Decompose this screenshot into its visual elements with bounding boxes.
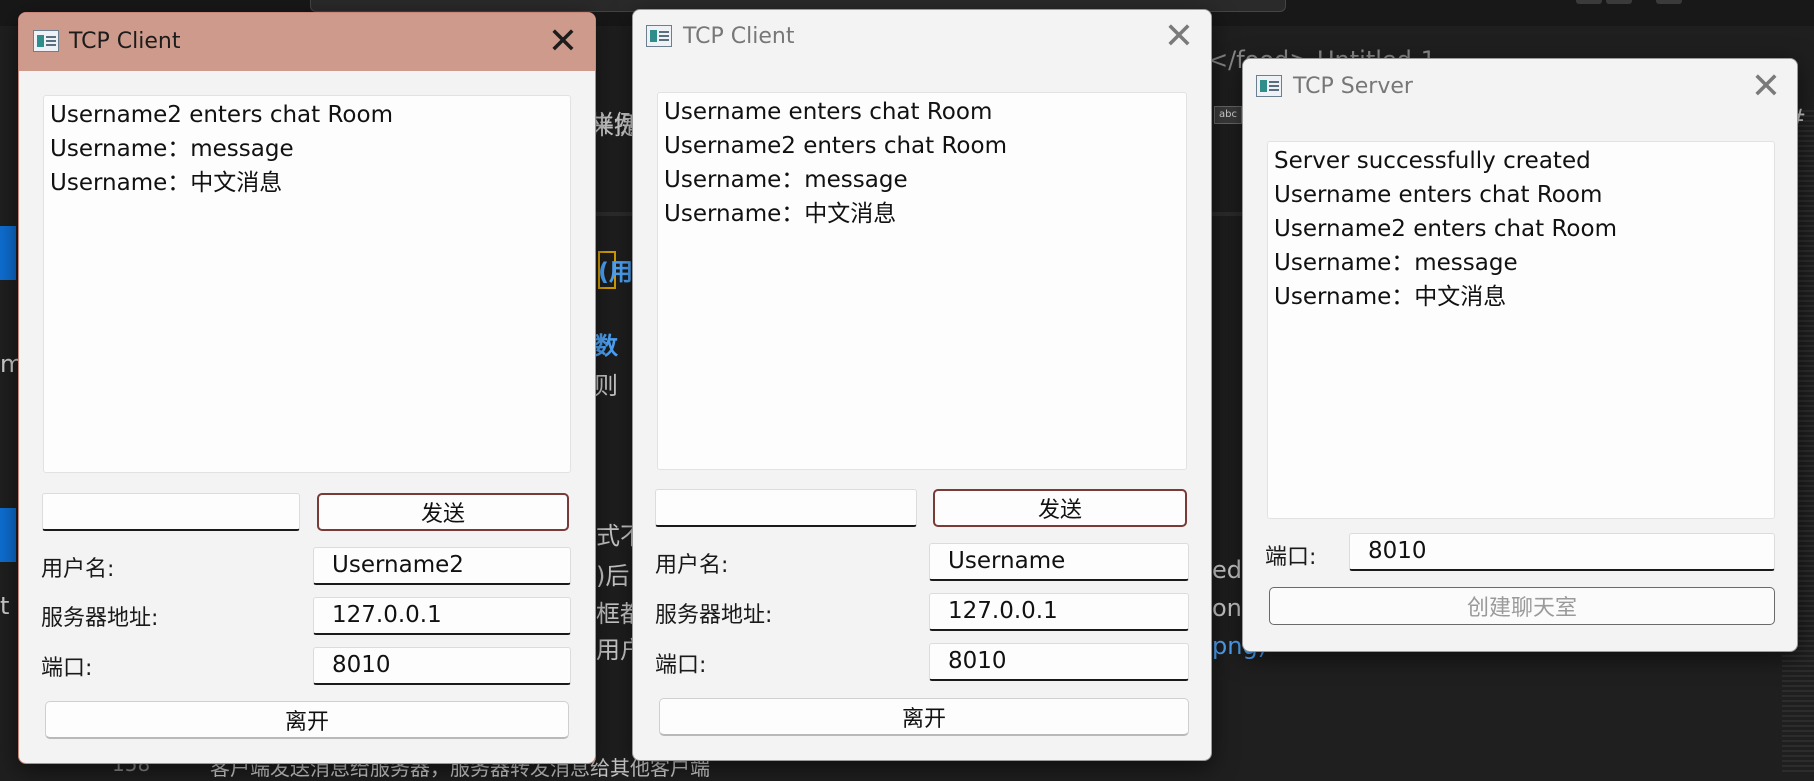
username-field[interactable]: Username <box>929 543 1189 581</box>
app-icon <box>1256 75 1282 97</box>
server-address-label: 服务器地址: <box>655 603 773 628</box>
message-input[interactable] <box>655 489 917 527</box>
chat-message: Username：message <box>664 167 908 193</box>
layout-icon[interactable] <box>1656 0 1682 4</box>
bg-text: (用 <box>598 258 633 286</box>
app-icon <box>646 25 672 47</box>
chat-log[interactable]: Username2 enters chat Room Username：mess… <box>43 95 571 473</box>
chat-message: Username：中文消息 <box>664 201 897 227</box>
close-icon[interactable]: ✕ <box>1159 17 1199 57</box>
username-label: 用户名: <box>41 557 115 582</box>
close-icon[interactable]: ✕ <box>1746 67 1786 107</box>
send-button[interactable]: 发送 <box>317 493 569 531</box>
bg-text: 数 <box>594 332 618 360</box>
chat-message: Username：message <box>50 136 294 162</box>
title-bar[interactable]: TCP Client ✕ <box>19 13 595 71</box>
port-field[interactable]: 8010 <box>929 643 1189 681</box>
username-field[interactable]: Username2 <box>313 547 571 585</box>
activity-bar-highlight <box>0 508 16 562</box>
title-bar[interactable]: TCP Server ✕ <box>1243 59 1797 115</box>
tcp-server-window: TCP Server ✕ Server successfully created… <box>1242 58 1798 652</box>
send-button[interactable]: 发送 <box>933 489 1187 527</box>
chat-message: Username enters chat Room <box>664 99 993 125</box>
username-label: 用户名: <box>655 553 729 578</box>
port-label: 端口: <box>1265 545 1317 570</box>
window-title: TCP Server <box>1293 74 1413 99</box>
port-label: 端口: <box>655 653 707 678</box>
leave-button[interactable]: 离开 <box>659 698 1189 736</box>
server-address-label: 服务器地址: <box>41 606 159 631</box>
layout-icon[interactable] <box>1606 0 1632 4</box>
port-field[interactable]: 8010 <box>1349 533 1775 571</box>
create-chatroom-button[interactable]: 创建聊天室 <box>1269 587 1775 625</box>
close-icon[interactable]: ✕ <box>543 22 583 62</box>
app-icon <box>33 30 59 52</box>
bg-text: )后 <box>596 562 630 590</box>
leave-button[interactable]: 离开 <box>45 701 569 739</box>
window-title: TCP Client <box>69 29 181 54</box>
activity-bar-highlight <box>0 226 16 280</box>
chat-message: Username：中文消息 <box>50 170 283 196</box>
layout-icon[interactable] <box>1576 0 1602 4</box>
server-address-field[interactable]: 127.0.0.1 <box>929 593 1189 631</box>
bg-text: 样例 <box>590 110 638 138</box>
window-title: TCP Client <box>683 24 795 49</box>
match-case-icon[interactable]: abc <box>1214 106 1242 124</box>
message-input[interactable] <box>42 493 300 531</box>
port-label: 端口: <box>41 656 93 681</box>
tcp-client-window-2: TCP Client ✕ Username enters chat Room U… <box>632 9 1212 761</box>
server-log[interactable]: Server successfully created Username ent… <box>1267 141 1775 519</box>
server-address-field[interactable]: 127.0.0.1 <box>313 597 571 635</box>
title-bar[interactable]: TCP Client ✕ <box>633 10 1211 66</box>
log-message: Username2 enters chat Room <box>1274 216 1617 242</box>
chat-log[interactable]: Username enters chat Room Username2 ente… <box>657 92 1187 470</box>
log-message: Username：message <box>1274 250 1518 276</box>
chat-message: Username2 enters chat Room <box>664 133 1007 159</box>
log-message: Username：中文消息 <box>1274 284 1507 310</box>
bg-text: t <box>0 592 10 620</box>
tcp-client-window-1: TCP Client ✕ Username2 enters chat Room … <box>18 12 596 764</box>
chat-message: Username2 enters chat Room <box>50 102 393 128</box>
log-message: Username enters chat Room <box>1274 182 1603 208</box>
log-message: Server successfully created <box>1274 148 1591 174</box>
bg-text: 则 <box>594 372 618 400</box>
bg-text: ed <box>1212 556 1242 584</box>
port-field[interactable]: 8010 <box>313 647 571 685</box>
